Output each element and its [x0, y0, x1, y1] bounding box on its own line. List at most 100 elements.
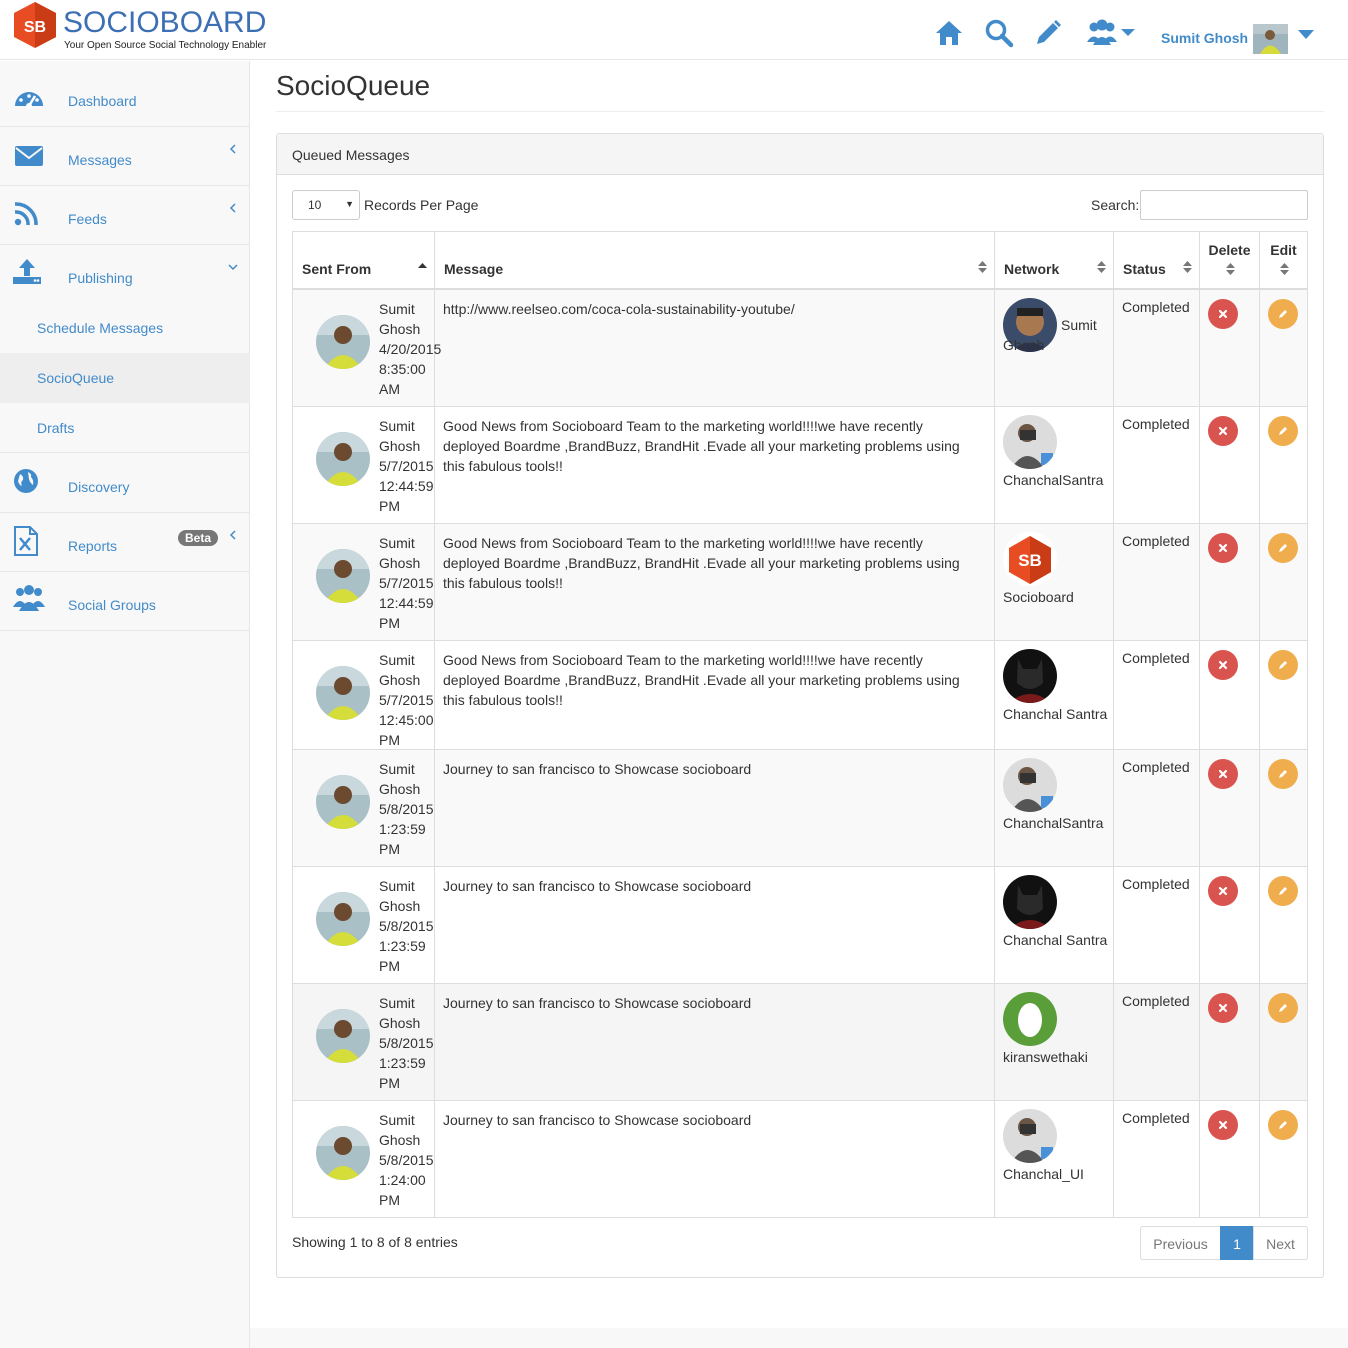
sidebar-item-label: Reports — [68, 538, 118, 554]
cell-status: Completed — [1114, 1101, 1200, 1217]
close-icon — [1218, 309, 1228, 319]
sender-avatar — [316, 432, 370, 486]
home-icon[interactable] — [934, 18, 964, 48]
pencil-icon[interactable] — [1033, 18, 1063, 48]
search-input[interactable] — [1140, 190, 1308, 220]
panel-heading: Queued Messages — [277, 134, 1323, 175]
close-icon — [1218, 769, 1228, 779]
brand-name: SOCIOBOARD — [63, 6, 267, 39]
cell-edit — [1260, 750, 1307, 866]
chevron-left-icon — [229, 144, 236, 154]
status-text: Completed — [1122, 650, 1190, 666]
edit-button[interactable] — [1268, 416, 1298, 446]
chevron-down-icon — [228, 264, 238, 271]
network-avatar — [1003, 1109, 1057, 1163]
search-icon[interactable] — [984, 18, 1014, 48]
pencil-icon — [1279, 544, 1287, 552]
delete-button[interactable] — [1208, 759, 1238, 789]
edit-button[interactable] — [1268, 299, 1298, 329]
delete-button[interactable] — [1208, 416, 1238, 446]
sort-icon — [1225, 263, 1235, 275]
cell-delete — [1200, 290, 1260, 406]
sidebar-item-publishing[interactable]: Publishing — [0, 245, 250, 304]
cell-message: Journey to san francisco to Showcase soc… — [435, 1101, 995, 1217]
panel-title: Queued Messages — [292, 147, 410, 163]
column-header-delete[interactable]: Delete — [1200, 232, 1260, 290]
cell-delete — [1200, 984, 1260, 1100]
pagination-next[interactable]: Next — [1253, 1226, 1308, 1260]
edit-button[interactable] — [1268, 1110, 1298, 1140]
beta-badge: Beta — [178, 530, 219, 546]
sender-avatar — [316, 315, 370, 369]
brand-tagline: Your Open Source Social Technology Enabl… — [64, 40, 267, 51]
sidebar-item-social-groups[interactable]: Social Groups — [0, 572, 250, 631]
cell-message: Journey to san francisco to Showcase soc… — [435, 867, 995, 983]
sidebar-subitem-drafts[interactable]: Drafts — [0, 403, 250, 453]
pencil-icon — [1279, 770, 1287, 778]
close-icon — [1218, 1003, 1228, 1013]
sidebar-item-dashboard[interactable]: Dashboard — [0, 61, 250, 127]
network-avatar — [1003, 875, 1057, 929]
records-per-page-label: Records Per Page — [364, 197, 479, 213]
edit-button[interactable] — [1268, 533, 1298, 563]
network-avatar — [1003, 415, 1057, 469]
pagination-page-1[interactable]: 1 — [1220, 1226, 1254, 1260]
delete-button[interactable] — [1208, 650, 1238, 680]
sidebar-item-feeds[interactable]: Feeds — [0, 186, 250, 245]
network-account-name: Chanchal Santra — [1003, 706, 1108, 722]
cell-network: kiranswethaki — [995, 984, 1114, 1100]
sidebar-subitem-schedule-messages[interactable]: Schedule Messages — [0, 303, 250, 353]
user-avatar[interactable] — [1253, 24, 1288, 54]
sidebar-item-label: Discovery — [68, 479, 130, 495]
column-header-sent-from[interactable]: Sent From — [293, 232, 435, 290]
cell-status: Completed — [1114, 524, 1200, 640]
users-icon — [13, 585, 45, 611]
column-header-edit[interactable]: Edit — [1260, 232, 1307, 290]
cell-network: Chanchal Santra — [995, 867, 1114, 983]
delete-button[interactable] — [1208, 299, 1238, 329]
sender-avatar — [316, 1009, 370, 1063]
column-header-message[interactable]: Message — [435, 232, 995, 290]
message-text: Journey to san francisco to Showcase soc… — [443, 878, 752, 894]
sidebar-subitem-socioqueue[interactable]: SocioQueue — [0, 353, 250, 403]
dashboard-icon — [15, 92, 43, 109]
edit-button[interactable] — [1268, 650, 1298, 680]
cell-edit — [1260, 867, 1307, 983]
table-row: Sumit Ghosh 5/8/2015 1:23:59 PM Journey to s… — [293, 750, 1307, 867]
network-account-name: kiranswethaki — [1003, 1049, 1088, 1065]
sidebar-item-messages[interactable]: Messages — [0, 127, 250, 186]
cell-delete — [1200, 641, 1260, 749]
cell-message: Journey to san francisco to Showcase soc… — [435, 984, 995, 1100]
caret-down-icon: ▼ — [345, 199, 354, 209]
delete-button[interactable] — [1208, 533, 1238, 563]
sidebar-subitem-label: Schedule Messages — [37, 320, 164, 336]
edit-button[interactable] — [1268, 993, 1298, 1023]
column-header-network[interactable]: Network — [995, 232, 1114, 290]
edit-button[interactable] — [1268, 759, 1298, 789]
pencil-icon — [1279, 887, 1287, 895]
sidebar-subitem-label: SocioQueue — [37, 370, 115, 386]
status-text: Completed — [1122, 299, 1190, 315]
sidebar-item-reports[interactable]: Reports Beta — [0, 513, 250, 572]
delete-button[interactable] — [1208, 993, 1238, 1023]
chevron-down-icon[interactable] — [1297, 29, 1315, 41]
divider — [276, 111, 1324, 112]
user-name[interactable]: Sumit Ghosh — [1161, 30, 1248, 46]
delete-button[interactable] — [1208, 1110, 1238, 1140]
sidebar-item-discovery[interactable]: Discovery — [0, 454, 250, 513]
delete-button[interactable] — [1208, 876, 1238, 906]
sidebar-item-label: Publishing — [68, 270, 133, 286]
edit-button[interactable] — [1268, 876, 1298, 906]
cell-delete — [1200, 867, 1260, 983]
status-text: Completed — [1122, 993, 1190, 1009]
socioboard-logo[interactable]: SB SOCIOBOARD Your Open Source Social Te… — [14, 2, 274, 56]
cell-network: SB Socioboard — [995, 524, 1114, 640]
pagination-previous[interactable]: Previous — [1140, 1226, 1221, 1260]
users-icon[interactable] — [1085, 18, 1137, 48]
network-account-name: Sumit Ghosh — [1003, 317, 1097, 353]
column-header-status[interactable]: Status — [1114, 232, 1200, 290]
cell-message: Journey to san francisco to Showcase soc… — [435, 750, 995, 866]
cell-message: http://www.reelseo.com/coca-cola-sustain… — [435, 290, 995, 406]
records-per-page-select[interactable]: 10 ▼ — [292, 190, 360, 220]
cell-status: Completed — [1114, 750, 1200, 866]
